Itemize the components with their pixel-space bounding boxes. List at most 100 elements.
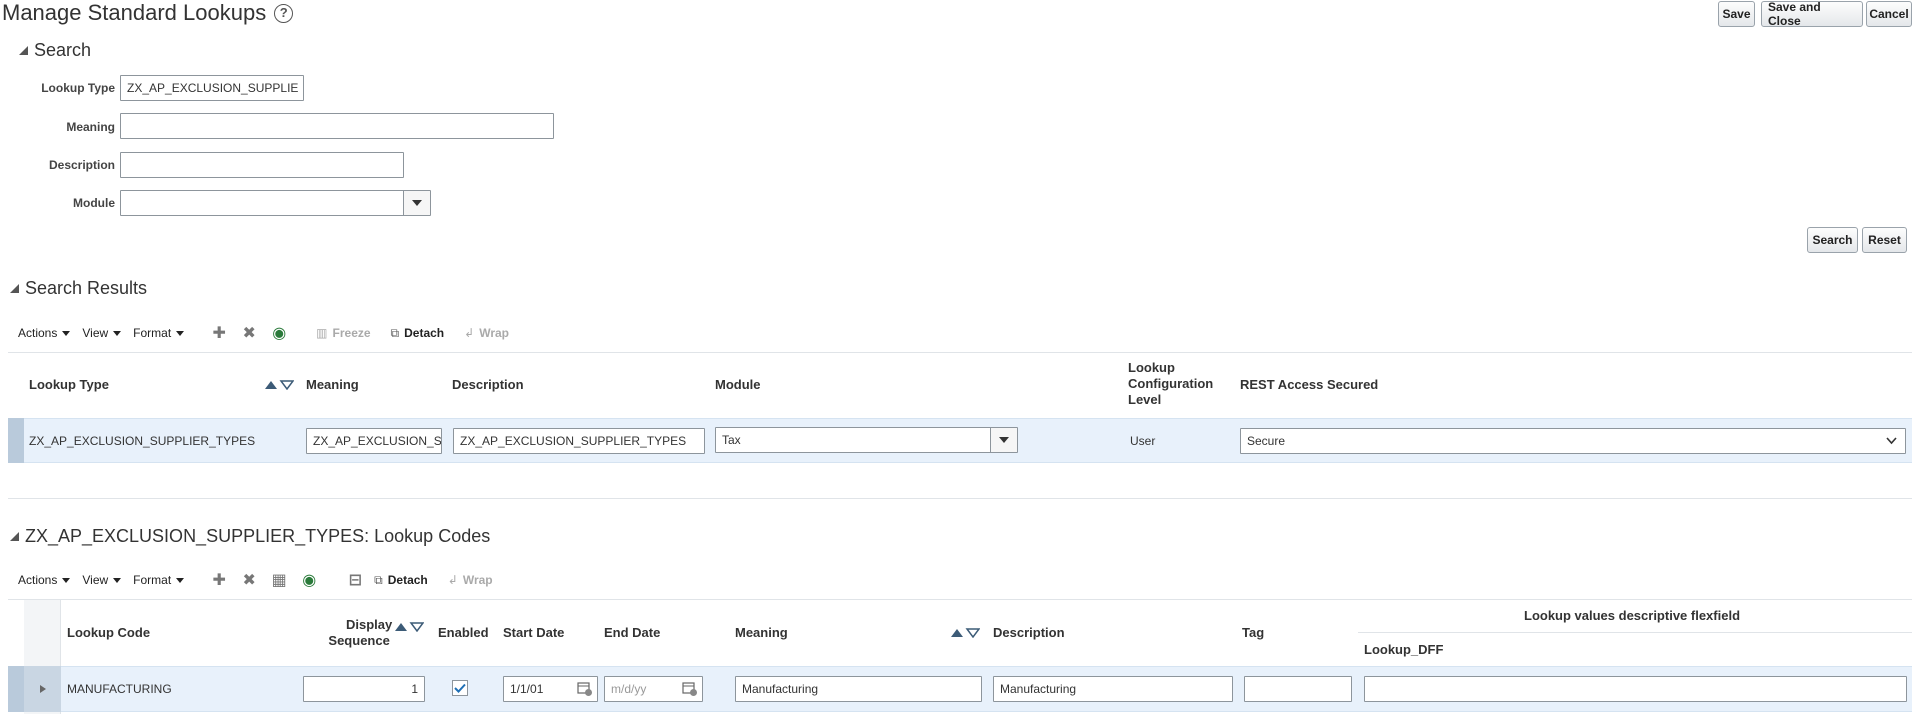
col-header-description[interactable]: Description	[993, 625, 1065, 640]
freeze-label: Freeze	[332, 326, 371, 340]
row-tag-input[interactable]	[1244, 676, 1352, 702]
row-rest-select[interactable]: Secure	[1240, 428, 1906, 454]
meaning-input[interactable]	[120, 113, 554, 139]
col-header-meaning[interactable]: Meaning	[735, 625, 788, 640]
meaning-label: Meaning	[66, 120, 115, 134]
wrap-icon: ↲	[447, 573, 458, 587]
check-icon	[454, 683, 466, 693]
view-label: View	[82, 326, 109, 340]
row-enabled-checkbox[interactable]	[452, 680, 468, 696]
col-header-lookup-code[interactable]: Lookup Code	[67, 625, 150, 640]
col-header-lookup-type[interactable]: Lookup Type	[29, 377, 109, 392]
calculator-icon[interactable]: ▦	[270, 571, 288, 589]
description-input[interactable]	[120, 152, 404, 178]
row-start-date-input[interactable]: 1/1/01	[503, 676, 598, 702]
calendar-icon[interactable]	[682, 681, 698, 700]
row-end-date-input[interactable]: m/d/yy	[604, 676, 703, 702]
sort-icon[interactable]	[264, 380, 294, 390]
row-end-date-placeholder: m/d/yy	[611, 682, 647, 696]
reset-button[interactable]: Reset	[1862, 227, 1907, 253]
col-header-display-sequence-line2: Sequence	[328, 633, 390, 648]
view-label: View	[82, 573, 109, 587]
module-select[interactable]	[120, 190, 431, 216]
expand-row-icon[interactable]	[24, 666, 61, 712]
col-header-description[interactable]: Description	[452, 377, 524, 392]
chevron-down-icon	[176, 330, 185, 336]
row-module-select[interactable]: Tax	[715, 427, 1018, 453]
search-button[interactable]: Search	[1807, 227, 1858, 253]
actions-menu[interactable]: Actions	[18, 573, 71, 587]
detach-icon: ⧉	[374, 572, 383, 587]
detach-button[interactable]: ⧉ Detach	[391, 326, 445, 341]
page-title-text: Manage Standard Lookups	[2, 0, 267, 25]
sort-arrows-icon[interactable]	[394, 620, 425, 635]
view-menu[interactable]: View	[82, 573, 122, 587]
row-lookup-type: ZX_AP_EXCLUSION_SUPPLIER_TYPES	[29, 434, 256, 448]
collapse-triangle-icon[interactable]	[10, 532, 19, 541]
chevron-down-icon[interactable]	[1886, 435, 1897, 449]
row-meaning-input[interactable]: ZX_AP_EXCLUSION_S	[306, 428, 442, 454]
wrap-label: Wrap	[479, 326, 509, 340]
col-header-rest[interactable]: REST Access Secured	[1240, 377, 1378, 392]
codes-section-header[interactable]: ZX_AP_EXCLUSION_SUPPLIER_TYPES: Lookup C…	[10, 526, 490, 547]
search-section-title: Search	[34, 40, 92, 60]
col-header-tag[interactable]: Tag	[1242, 625, 1264, 640]
col-header-display-sequence[interactable]: Display Sequence	[326, 617, 392, 649]
lookup-type-label: Lookup Type	[41, 81, 115, 95]
sort-arrows-icon[interactable]	[264, 380, 294, 390]
save-button[interactable]: Save	[1718, 1, 1755, 27]
col-header-start-date[interactable]: Start Date	[503, 625, 564, 640]
format-label: Format	[133, 573, 172, 587]
search-section-header[interactable]: Search	[19, 40, 91, 61]
col-header-enabled[interactable]: Enabled	[438, 625, 489, 640]
sort-icon[interactable]	[950, 628, 981, 639]
row-description-input[interactable]: Manufacturing	[993, 676, 1233, 702]
col-header-config-level[interactable]: Lookup Configuration Level	[1128, 360, 1213, 408]
results-section-header[interactable]: Search Results	[10, 278, 147, 299]
codes-toolbar: Actions View Format ✚ ✖ ▦ ◉ ⊟ ⧉ Detach ↲ W…	[18, 571, 505, 589]
row-selector[interactable]	[8, 418, 24, 463]
sort-arrows-icon[interactable]	[950, 626, 981, 641]
format-menu[interactable]: Format	[133, 573, 185, 587]
row-meaning-input[interactable]: Manufacturing	[735, 676, 982, 702]
help-icon[interactable]: ?	[274, 3, 294, 23]
row-display-sequence-input[interactable]: 1	[303, 676, 425, 702]
col-header-meaning[interactable]: Meaning	[306, 377, 359, 392]
row-lookup-code: MANUFACTURING	[67, 682, 172, 696]
add-icon[interactable]: ✚	[210, 571, 228, 589]
row-start-date-value: 1/1/01	[510, 682, 544, 696]
collapse-triangle-icon[interactable]	[10, 284, 19, 293]
add-icon[interactable]: ✚	[210, 324, 228, 342]
globe-translate-icon[interactable]: ◉	[270, 324, 288, 342]
wrap-button[interactable]: ↲ Wrap	[448, 573, 493, 587]
delete-icon[interactable]: ✖	[240, 324, 258, 342]
col-header-module[interactable]: Module	[715, 377, 761, 392]
actions-menu[interactable]: Actions	[18, 326, 71, 340]
filter-icon[interactable]: ⊟	[346, 571, 364, 589]
lookup-type-input[interactable]: ZX_AP_EXCLUSION_SUPPLIE	[120, 75, 304, 101]
row-rest-value: Secure	[1247, 434, 1286, 448]
cancel-button[interactable]: Cancel	[1866, 1, 1912, 27]
format-menu[interactable]: Format	[133, 326, 185, 340]
wrap-button[interactable]: ↲ Wrap	[464, 326, 509, 340]
delete-icon[interactable]: ✖	[240, 571, 258, 589]
col-header-end-date[interactable]: End Date	[604, 625, 660, 640]
col-header-config-level-line2: Configuration	[1128, 376, 1214, 391]
module-dropdown-icon[interactable]	[403, 191, 430, 215]
chevron-down-icon	[62, 577, 71, 583]
calendar-icon[interactable]	[577, 681, 593, 700]
collapse-triangle-icon[interactable]	[19, 46, 28, 55]
freeze-button[interactable]: ▥ Freeze	[316, 326, 370, 340]
detach-button[interactable]: ⧉ Detach	[374, 573, 428, 588]
save-and-close-button[interactable]: Save and Close	[1761, 0, 1863, 28]
results-section-title: Search Results	[25, 278, 148, 298]
module-dropdown-icon[interactable]	[990, 428, 1017, 452]
row-lookup-dff-input[interactable]	[1364, 676, 1907, 702]
sort-icon[interactable]	[394, 622, 425, 633]
view-menu[interactable]: View	[82, 326, 122, 340]
row-selector[interactable]	[8, 666, 24, 712]
results-toolbar: Actions View Format ✚ ✖ ◉ ▥ Freeze ⧉ Detac…	[18, 324, 521, 342]
row-description-input[interactable]: ZX_AP_EXCLUSION_SUPPLIER_TYPES	[453, 428, 705, 454]
globe-translate-icon[interactable]: ◉	[300, 571, 318, 589]
col-header-lookup-dff[interactable]: Lookup_DFF	[1364, 642, 1443, 657]
